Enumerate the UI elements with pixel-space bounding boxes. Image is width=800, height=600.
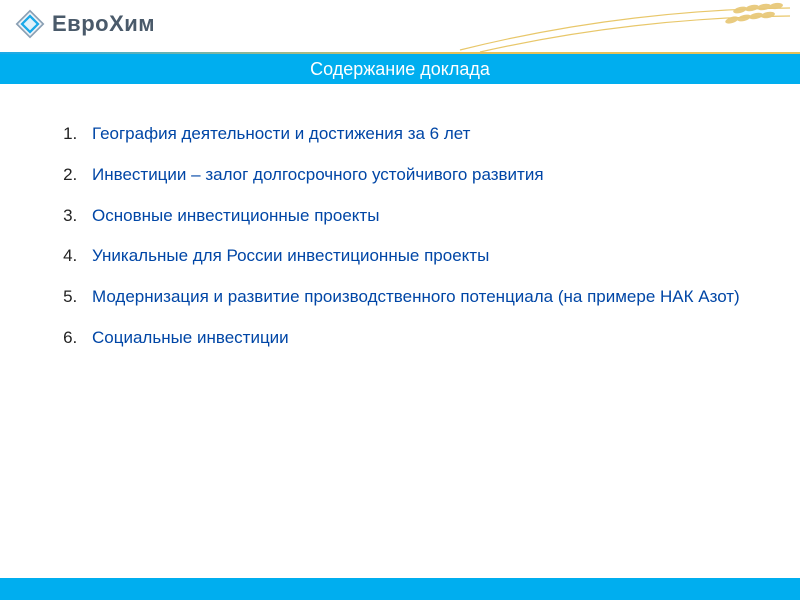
toc-item-text: Основные инвестиционные проекты bbox=[92, 206, 379, 225]
toc-item-text: Модернизация и развитие производственног… bbox=[92, 287, 740, 306]
company-logo: ЕвроХим bbox=[14, 8, 155, 40]
table-of-contents: География деятельности и достижения за 6… bbox=[60, 114, 760, 359]
footer-bar bbox=[0, 578, 800, 600]
list-item: География деятельности и достижения за 6… bbox=[82, 114, 760, 155]
slide-title: Содержание доклада bbox=[310, 59, 490, 80]
toc-item-text: География деятельности и достижения за 6… bbox=[92, 124, 470, 143]
list-item: Уникальные для России инвестиционные про… bbox=[82, 236, 760, 277]
content-area: География деятельности и достижения за 6… bbox=[0, 84, 800, 359]
list-item: Основные инвестиционные проекты bbox=[82, 196, 760, 237]
list-item: Модернизация и развитие производственног… bbox=[82, 277, 760, 318]
toc-item-text: Уникальные для России инвестиционные про… bbox=[92, 246, 489, 265]
toc-item-text: Инвестиции – залог долгосрочного устойчи… bbox=[92, 165, 544, 184]
list-item: Социальные инвестиции bbox=[82, 318, 760, 359]
toc-item-text: Социальные инвестиции bbox=[92, 328, 289, 347]
header-underline bbox=[0, 52, 800, 54]
slide-header: ЕвроХим bbox=[0, 0, 800, 54]
logo-icon bbox=[14, 8, 46, 40]
wheat-decoration-icon bbox=[440, 0, 800, 54]
slide: ЕвроХим bbox=[0, 0, 800, 600]
title-bar: Содержание доклада bbox=[0, 54, 800, 84]
list-item: Инвестиции – залог долгосрочного устойчи… bbox=[82, 155, 760, 196]
company-name: ЕвроХим bbox=[52, 11, 155, 37]
